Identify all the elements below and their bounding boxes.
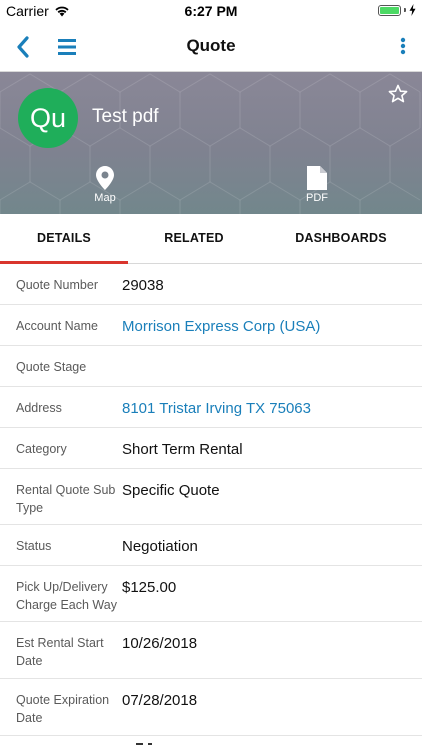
tab-dashboards[interactable]: DASHBOARDS xyxy=(260,214,422,263)
pdf-action-label: PDF xyxy=(306,192,328,204)
account-name-link[interactable]: Morrison Express Corp (USA) xyxy=(122,317,320,345)
hamburger-menu-icon[interactable] xyxy=(56,36,78,58)
field-row-delivery-charge: Pick Up/Delivery Charge Each Way $125.00 xyxy=(0,566,422,622)
field-row-category: Category Short Term Rental xyxy=(0,428,422,469)
record-name: Test pdf xyxy=(92,106,159,127)
field-row-account-name: Account Name Morrison Express Corp (USA) xyxy=(0,305,422,346)
status-bar: Carrier 6:27 PM xyxy=(0,0,422,22)
cut-off-row-fragment xyxy=(136,743,152,745)
star-icon[interactable] xyxy=(388,84,408,104)
tab-bar: DETAILS RELATED DASHBOARDS xyxy=(0,214,422,264)
field-row-est-rental-start-date: Est Rental Start Date 10/26/2018 xyxy=(0,622,422,679)
tab-related[interactable]: RELATED xyxy=(128,214,260,263)
record-header: Qu Test pdf Map PDF xyxy=(0,72,422,214)
field-label: Quote Expiration Date xyxy=(16,693,110,725)
field-label: Category xyxy=(16,442,67,456)
more-options-icon[interactable] xyxy=(398,35,408,59)
field-value: $125.00 xyxy=(122,579,177,596)
document-icon xyxy=(307,166,327,190)
map-action-button[interactable]: Map xyxy=(75,166,135,204)
field-row-status: Status Negotiation xyxy=(0,525,422,566)
field-label: Address xyxy=(16,401,62,415)
field-label: Account Name xyxy=(16,319,98,333)
charging-bolt-icon xyxy=(409,4,416,16)
field-row-rental-quote-sub-type: Rental Quote Sub Type Specific Quote xyxy=(0,469,422,525)
field-label: Status xyxy=(16,539,52,553)
field-label: Quote Number xyxy=(16,278,98,292)
field-label: Quote Stage xyxy=(16,360,87,374)
clock: 6:27 PM xyxy=(184,3,238,19)
back-arrow-icon[interactable] xyxy=(12,34,34,60)
tab-details[interactable]: DETAILS xyxy=(0,214,128,264)
field-row-quote-number: Quote Number 29038 xyxy=(0,264,422,305)
field-row-address: Address 8101 Tristar Irving TX 75063 xyxy=(0,387,422,428)
field-value: 29038 xyxy=(122,277,164,294)
field-row-quote-expiration-date: Quote Expiration Date 07/28/2018 xyxy=(0,679,422,736)
avatar: Qu xyxy=(18,88,78,148)
field-value: Specific Quote xyxy=(122,482,220,499)
battery-indicator xyxy=(378,4,416,16)
field-label: Rental Quote Sub Type xyxy=(16,483,116,515)
field-label: Est Rental Start Date xyxy=(16,636,104,668)
navigation-bar: Quote xyxy=(0,22,422,72)
details-list: Quote Number 29038 Account Name Morrison… xyxy=(0,264,422,736)
field-value: 10/26/2018 xyxy=(122,635,198,652)
map-action-label: Map xyxy=(94,192,116,204)
field-value: Negotiation xyxy=(122,538,198,555)
battery-icon xyxy=(378,4,401,16)
map-pin-icon xyxy=(96,166,114,190)
field-value: 07/28/2018 xyxy=(122,692,198,709)
pdf-action-button[interactable]: PDF xyxy=(287,166,347,204)
field-value: Short Term Rental xyxy=(122,441,243,458)
address-link[interactable]: 8101 Tristar Irving TX 75063 xyxy=(122,399,311,427)
field-label: Pick Up/Delivery Charge Each Way xyxy=(16,580,117,612)
field-row-quote-stage: Quote Stage xyxy=(0,346,422,387)
